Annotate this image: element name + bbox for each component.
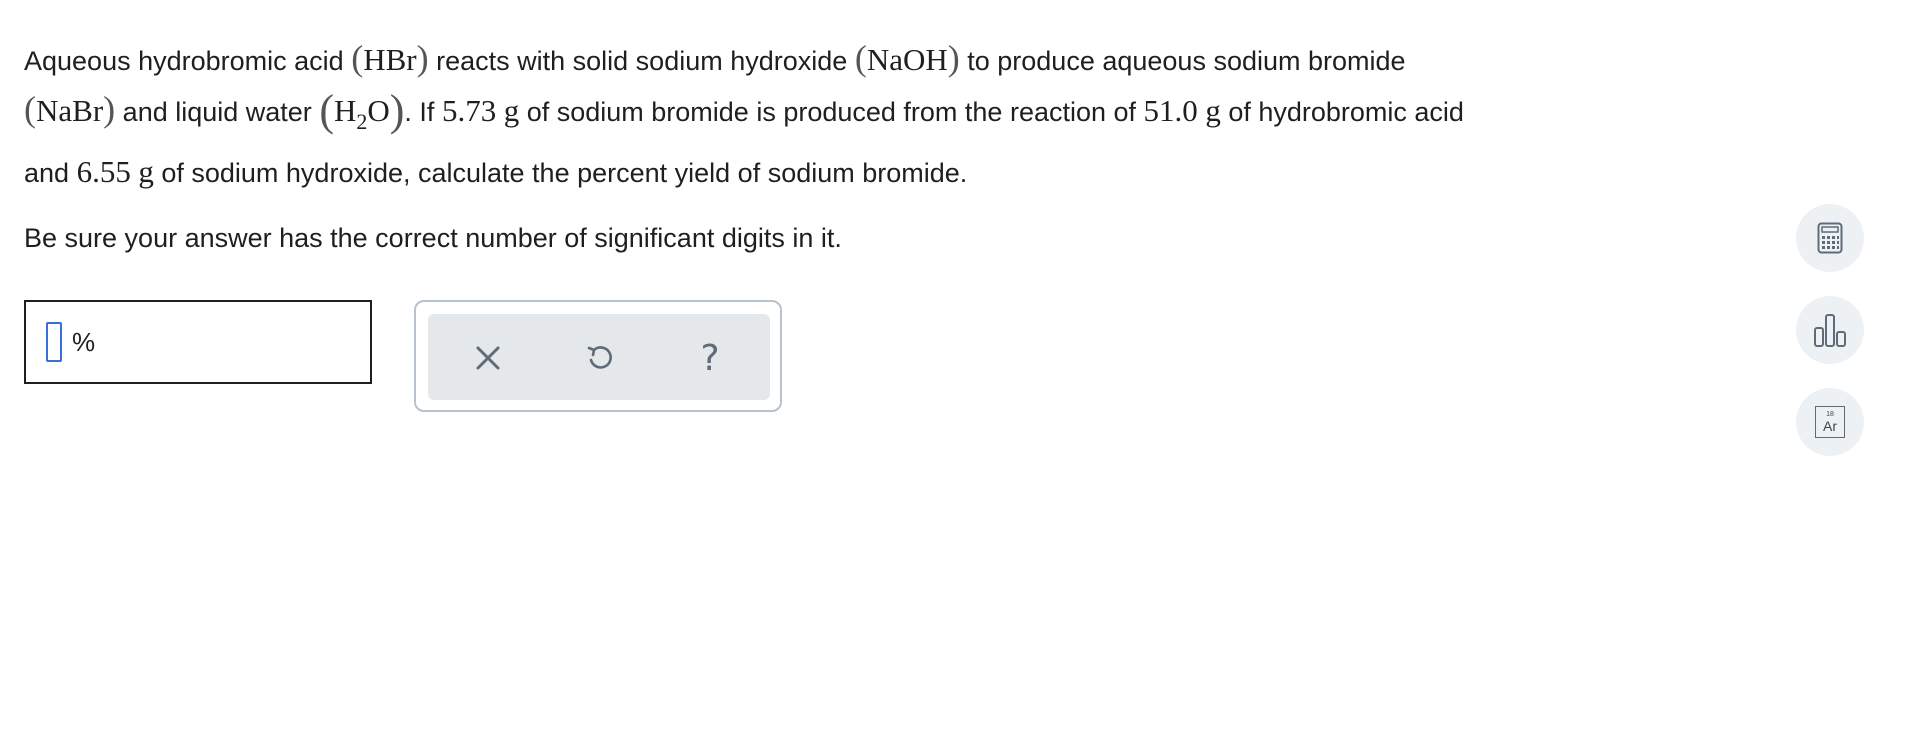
answer-toolbar-inner: ? <box>428 314 770 400</box>
clear-button[interactable] <box>468 338 508 378</box>
water-subscript: 2 <box>356 109 368 134</box>
nabr-mass-value: 5.73 <box>441 93 497 128</box>
calculator-button[interactable] <box>1796 204 1864 272</box>
water-h: H <box>333 93 357 128</box>
mass-unit: g <box>1205 93 1221 128</box>
answer-toolbar: ? <box>414 300 782 412</box>
naoh-formula: NaOH <box>866 42 948 77</box>
mass-unit: g <box>138 154 154 189</box>
paren-close: ) <box>416 38 429 78</box>
paren-close: ) <box>947 38 960 78</box>
question-line-2: (NaBr) and liquid water (H2O). If 5.73 g… <box>24 85 1764 136</box>
bar-chart-icon <box>1814 314 1846 347</box>
calculator-icon <box>1817 222 1843 254</box>
question-text-segment: Aqueous hydrobromic acid <box>24 46 344 76</box>
question-line-3: and 6.55 g of sodium hydroxide, calculat… <box>24 148 1764 197</box>
naoh-mass-value: 6.55 <box>76 154 131 189</box>
question-text-segment: to produce aqueous sodium bromide <box>967 46 1406 76</box>
question-text: Aqueous hydrobromic acid (HBr) reacts wi… <box>24 34 1764 197</box>
paren-open: ( <box>319 86 334 135</box>
question-line-1: Aqueous hydrobromic acid (HBr) reacts wi… <box>24 34 1764 85</box>
undo-button[interactable] <box>579 338 619 378</box>
data-chart-button[interactable] <box>1796 296 1864 364</box>
question-text-segment: and liquid water <box>122 97 312 127</box>
hbr-formula: HBr <box>363 42 417 77</box>
water-o: O <box>367 93 390 128</box>
answer-input[interactable] <box>46 322 62 362</box>
answer-field[interactable]: % <box>24 300 372 384</box>
percent-unit: % <box>72 326 96 357</box>
question-text-segment: of sodium hydroxide, calculate the perce… <box>161 158 968 188</box>
question-text-segment: of sodium bromide is produced from the r… <box>526 97 1137 127</box>
paren-open: ( <box>351 38 364 78</box>
paren-close: ) <box>389 86 405 135</box>
question-text-segment: reacts with solid sodium hydroxide <box>436 46 848 76</box>
mass-unit: g <box>503 93 520 128</box>
question-text-segment: . If <box>404 97 435 127</box>
significant-digits-instruction: Be sure your answer has the correct numb… <box>24 223 842 253</box>
paren-open: ( <box>854 38 867 78</box>
periodic-table-button[interactable]: 18 Ar <box>1796 388 1864 456</box>
hbr-mass-value: 51.0 <box>1143 93 1198 128</box>
help-button[interactable]: ? <box>690 337 730 379</box>
undo-icon <box>587 346 612 369</box>
paren-close: ) <box>103 89 116 129</box>
question-mark-icon: ? <box>700 337 720 379</box>
water-formula: H2O <box>333 93 390 133</box>
question-text-segment: and <box>24 158 70 188</box>
x-icon <box>476 346 500 370</box>
question-text-segment: of hydrobromic acid <box>1228 97 1464 127</box>
paren-open: ( <box>24 89 36 129</box>
periodic-table-icon: 18 Ar <box>1815 406 1845 438</box>
nabr-formula: NaBr <box>36 93 104 128</box>
element-symbol: Ar <box>1823 418 1837 434</box>
